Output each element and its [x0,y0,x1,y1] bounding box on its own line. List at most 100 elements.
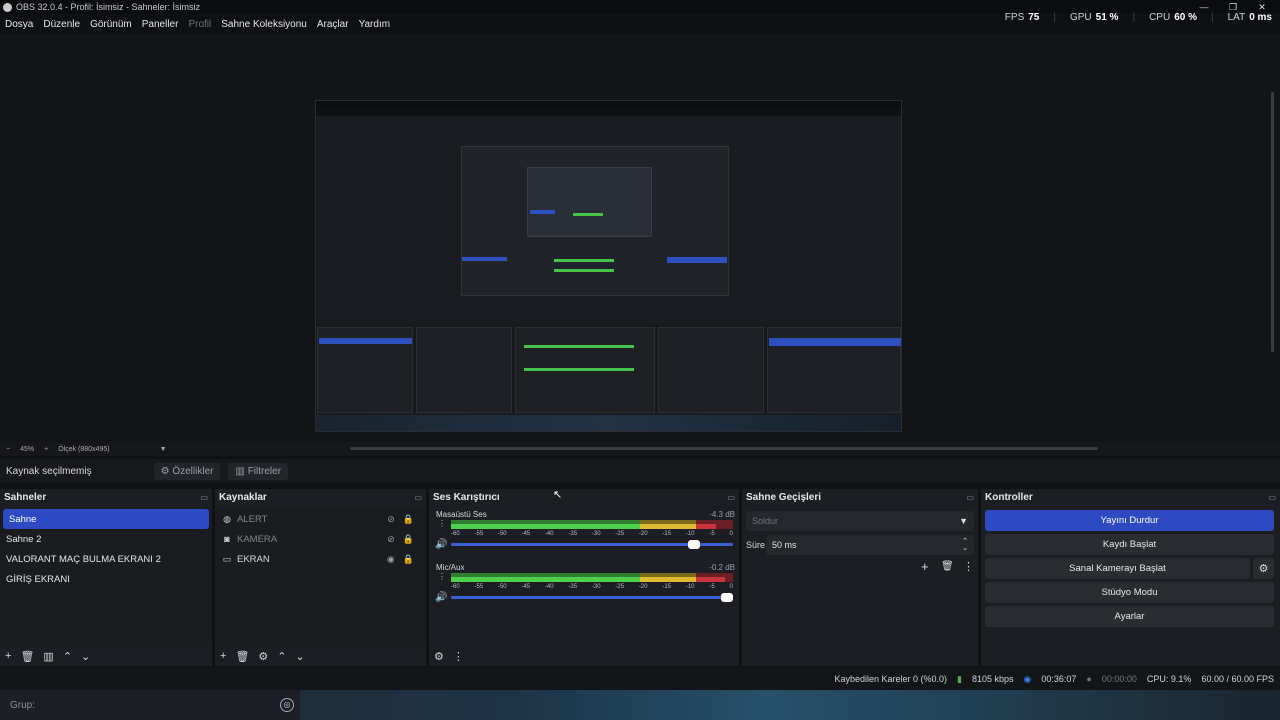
scene-item[interactable]: Sahne 2 [0,529,212,549]
transition-select[interactable]: Soldur ▼ [746,511,974,531]
trash-icon[interactable]: 🗑 [941,561,954,572]
settings-button[interactable]: Ayarlar [985,606,1274,627]
kebab-icon[interactable]: ⋮ [963,560,974,573]
lock-icon[interactable]: 🔒 [403,514,414,525]
volume-knob[interactable] [687,540,700,549]
menu-araclar[interactable]: Araçlar [312,19,354,30]
lat-value: 0 ms [1249,12,1272,23]
add-icon[interactable]: + [921,559,929,574]
menu-sahne-koleksiyonu[interactable]: Sahne Koleksiyonu [216,19,312,30]
zoom-in-button[interactable]: + [44,446,48,453]
kebab-icon[interactable]: ⋮ [438,573,446,581]
status-bar: Kaybedilen Kareler 0 (%0.0) ▮ 8105 kbps … [0,668,1280,690]
lock-icon[interactable]: 🔒 [403,534,414,545]
trash-icon[interactable]: 🗑 [20,650,34,663]
scene-item[interactable]: Sahne [3,509,209,529]
tick-label: -15 [662,584,672,590]
menu-yardim[interactable]: Yardım [354,19,396,30]
filters-label: Filtreler [247,465,282,477]
start-record-button[interactable]: Kaydı Başlat [985,534,1274,555]
nested-scenes [317,327,413,413]
zoom-out-button[interactable]: − [6,446,10,453]
cpu-value: 60 % [1174,12,1197,23]
eye-hidden-icon[interactable]: ⊘ [387,514,395,525]
nested-sources [416,327,512,413]
dropped-frames: Kaybedilen Kareler 0 (%0.0) [834,674,948,684]
meter-level [451,524,640,529]
volume-slider[interactable] [451,540,733,549]
scale-dropdown[interactable]: Ölçek (880x495) [58,446,109,453]
nested-transitions [658,327,764,413]
tick-label: 0 [729,531,733,537]
gear-icon[interactable]: ⚙ [1253,558,1274,579]
eye-hidden-icon[interactable]: ⊘ [387,534,395,545]
chevron-down-icon[interactable]: ⌄ [81,650,90,663]
stop-stream-button[interactable]: Yayını Durdur [985,510,1274,531]
eye-icon[interactable]: ◉ [387,554,395,565]
scenes-title: Sahneler [4,491,47,503]
undock-icon[interactable]: ▭ [966,493,974,502]
menu-duzenle[interactable]: Düzenle [38,19,85,30]
undock-icon[interactable]: ▭ [200,493,208,502]
menu-paneller[interactable]: Paneller [137,19,184,30]
undock-icon[interactable]: ▭ [727,493,735,502]
volume-knob[interactable] [721,593,734,602]
bitrate: 8105 kbps [971,674,1014,684]
tick-label: -35 [568,584,578,590]
nested-preview-inner [527,167,652,237]
add-icon[interactable]: + [5,650,11,662]
nested-meter [524,368,634,371]
lat-label: LAT [1227,12,1246,23]
chevron-down-icon[interactable]: ⌄ [296,650,305,663]
preview-canvas[interactable] [315,100,902,432]
undock-icon[interactable]: ▭ [414,493,422,502]
gear-icon[interactable]: ⚙ [258,650,268,663]
chevron-up-icon[interactable]: ⌃ [63,650,72,663]
tick-label: -50 [497,584,507,590]
scene-item[interactable]: VALORANT MAÇ BULMA EKRANI 2 [0,549,212,569]
app-icon[interactable]: ◎ [280,698,294,712]
studio-mode-button[interactable]: Stüdyo Modu [985,582,1274,603]
tick-label: -20 [638,531,648,537]
audio-mixer-dock: Ses Karıştırıcı ▭ Masaüstü Ses -4.3 dB ⋮ … [429,489,742,666]
transition-value: Soldur [752,516,779,526]
source-item[interactable]: ▭ EKRAN ◉ 🔒 [215,549,426,569]
spin-arrows-icon[interactable]: ⌃ ⌄ [962,538,968,552]
speaker-icon[interactable]: 🔊 [435,592,447,603]
properties-button[interactable]: ⚙ Özellikler [153,462,221,480]
source-item[interactable]: ◍ ALERT ⊘ 🔒 [215,509,426,529]
filters-button[interactable]: ▥ Filtreler [228,462,289,480]
tick-label: -30 [591,531,601,537]
menu-dosya[interactable]: Dosya [0,19,38,30]
source-item[interactable]: ◙ KAMERA ⊘ 🔒 [215,529,426,549]
properties-bar: Kaynak seçilmemiş ⚙ Özellikler ▥ Filtrel… [0,459,1280,483]
speaker-icon[interactable]: 🔊 [435,539,447,550]
chevron-down-icon[interactable]: ▼ [160,446,167,453]
trash-icon[interactable]: 🗑 [235,650,249,663]
zoom-level: 45% [20,445,35,453]
mixer-title: Ses Karıştırıcı [433,491,500,503]
undock-icon[interactable]: ▭ [1268,493,1276,502]
kebab-icon[interactable]: ⋮ [438,520,446,528]
volume-slider[interactable] [451,593,734,602]
start-virtual-camera-button[interactable]: Sanal Kamerayı Başlat [985,558,1250,579]
stream-icon: ◉ [1023,673,1032,684]
preview-vertical-scrollbar[interactable] [1271,92,1274,352]
scene-item[interactable]: GİRİŞ EKRANI [0,569,212,589]
filter-icon[interactable]: ▥ [43,650,53,663]
kebab-icon[interactable]: ⋮ [453,650,464,663]
meter-level [639,524,697,529]
duration-spinbox[interactable]: 50 ms ⌃ ⌄ [766,535,974,555]
no-source-label: Kaynak seçilmemiş [6,465,92,477]
search-field[interactable]: Grup: [0,690,300,720]
volume-meter [451,573,733,582]
chevron-up-icon[interactable]: ⌃ [277,650,286,663]
menu-gorunum[interactable]: Görünüm [85,19,137,30]
lock-icon[interactable]: 🔒 [403,554,414,565]
preview-horizontal-scrollbar[interactable] [350,447,1098,450]
advanced-audio-icon[interactable]: ⚙ [434,650,444,663]
controls-title: Kontroller [985,491,1033,503]
menu-profil[interactable]: Profil [183,19,216,30]
add-icon[interactable]: + [220,650,226,662]
mixer-channel: Mic/Aux -0.2 dB ⋮ -60 -55 -50 -45 -40 -35 -30-… [435,563,735,609]
